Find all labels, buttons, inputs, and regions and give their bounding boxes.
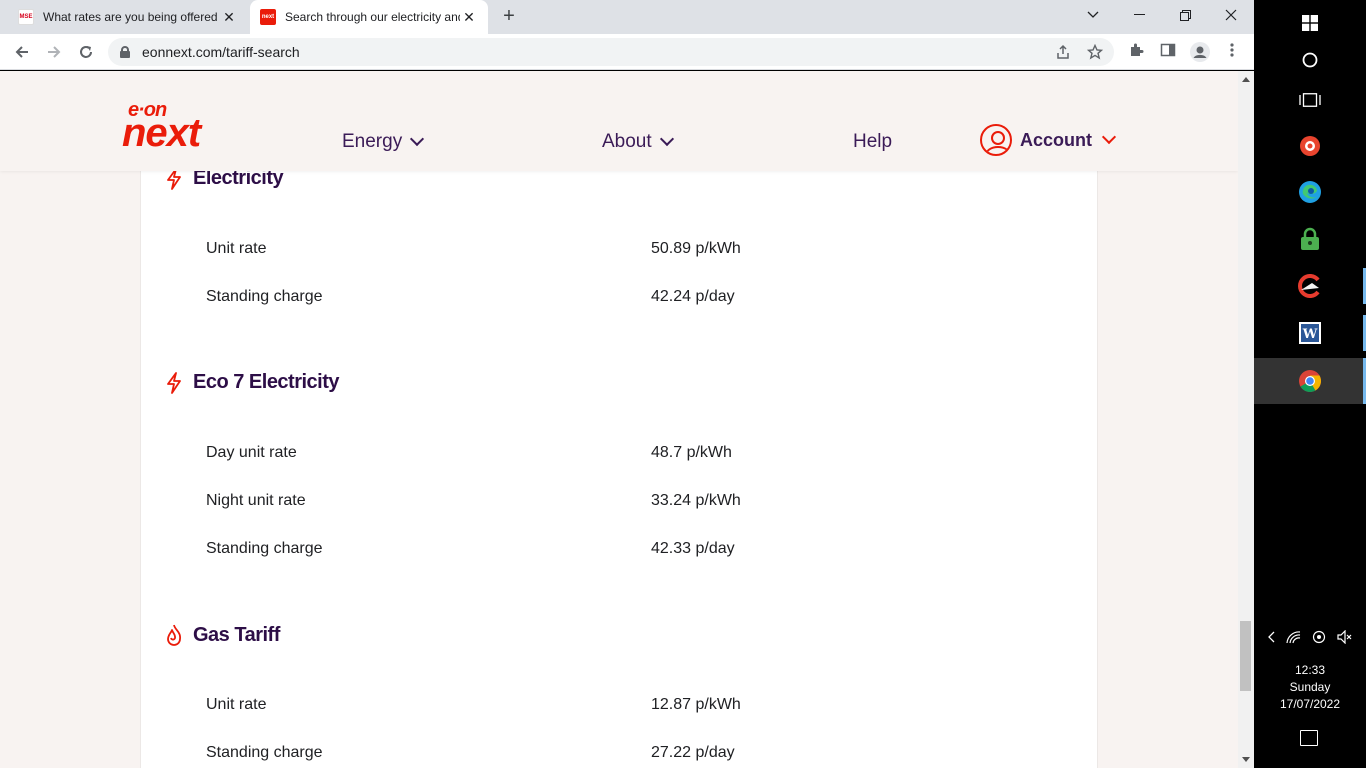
nav-about-label: About [602, 131, 652, 152]
electricity-standing-charge-value: 42.24 p/day [651, 288, 735, 305]
new-tab-button[interactable]: + [498, 6, 520, 28]
electricity-unit-rate-value: 50.89 p/kWh [651, 240, 741, 257]
eco7-standing-charge-value: 42.33 p/day [651, 540, 735, 557]
gas-unit-rate-label: Unit rate [206, 696, 267, 713]
chevron-left-icon[interactable] [1267, 631, 1275, 646]
ccleaner-icon[interactable] [1254, 263, 1366, 309]
svg-text:W: W [1302, 327, 1318, 342]
eco7-standing-charge-label: Standing charge [206, 540, 323, 557]
extensions-puzzle-icon[interactable] [1126, 42, 1146, 62]
side-panel-icon[interactable] [1158, 42, 1178, 62]
address-bar[interactable]: eonnext.com/tariff-search [108, 38, 1114, 66]
close-window-button[interactable] [1208, 0, 1254, 30]
network-globe-icon[interactable] [1312, 630, 1326, 647]
lock-icon[interactable] [120, 46, 130, 58]
scrollbar-thumb[interactable] [1240, 621, 1251, 691]
nav-help-label: Help [853, 131, 893, 152]
clock-time: 12:33 [1294, 663, 1326, 677]
tab-title: What rates are you being offered [43, 10, 218, 24]
eco7-section-title: Eco 7 Electricity [165, 371, 340, 394]
electricity-standing-charge-label: Standing charge [206, 288, 323, 305]
eon-next-favicon-icon: next [260, 9, 276, 25]
tab-search-chevron-down-icon[interactable] [1070, 0, 1116, 30]
account-label: Account [1020, 129, 1092, 150]
forward-arrow-icon[interactable] [42, 40, 66, 64]
page-scrollbar[interactable] [1238, 71, 1254, 768]
nav-energy-label: Energy [342, 131, 403, 152]
eon-next-logo[interactable]: e·on next [122, 99, 242, 155]
electricity-unit-rate-label: Unit rate [206, 240, 267, 257]
tab-strip: MSE What rates are you being offered ✕ n… [0, 0, 1254, 34]
share-icon[interactable] [1054, 44, 1072, 62]
tariff-card: Electricity Unit rate 50.89 p/kWh Standi… [140, 71, 1098, 768]
section-title-text: Gas Tariff [193, 623, 280, 646]
chevron-down-icon [410, 131, 425, 147]
scroll-up-arrow-icon[interactable] [1242, 77, 1250, 82]
close-tab-icon[interactable]: ✕ [220, 9, 238, 26]
notification-center-icon[interactable] [1300, 730, 1318, 746]
gas-unit-rate-value: 12.87 p/kWh [651, 696, 741, 713]
lightning-bolt-icon [167, 371, 181, 394]
nav-about[interactable]: About [602, 131, 674, 153]
browser-toolbar: eonnext.com/tariff-search [0, 34, 1254, 70]
clock-day: Sunday [1289, 680, 1331, 694]
wifi-icon[interactable] [1286, 630, 1302, 647]
eco7-night-rate-value: 33.24 p/kWh [651, 492, 741, 509]
system-tray [1254, 624, 1366, 652]
reload-icon[interactable] [74, 40, 98, 64]
tab-title: Search through our electricity and [285, 10, 460, 24]
page-viewport: Electricity Unit rate 50.89 p/kWh Standi… [0, 71, 1238, 768]
site-header: e·on next Energy About Help Account [0, 71, 1238, 171]
task-view-icon[interactable] [1254, 77, 1366, 123]
more-menu-icon[interactable] [1222, 42, 1242, 62]
gas-standing-charge-label: Standing charge [206, 744, 323, 761]
edge-browser-icon[interactable] [1254, 169, 1366, 215]
bookmark-star-icon[interactable] [1086, 43, 1104, 62]
scroll-down-arrow-icon[interactable] [1242, 757, 1250, 762]
section-title-text: Eco 7 Electricity [193, 371, 340, 393]
chevron-down-icon [659, 131, 674, 147]
eco7-day-rate-label: Day unit rate [206, 444, 297, 461]
minimize-button[interactable] [1116, 0, 1162, 30]
chevron-down-icon [1101, 129, 1117, 145]
tab-eon-next[interactable]: next Search through our electricity and … [250, 0, 488, 34]
word-icon[interactable]: W [1254, 310, 1366, 356]
chrome-icon[interactable] [1254, 358, 1366, 404]
nav-help[interactable]: Help [853, 131, 892, 153]
flame-icon [167, 624, 181, 646]
clock-date: 17/07/2022 [1279, 697, 1341, 711]
app-red-circle-icon[interactable] [1254, 123, 1366, 169]
tab-mse[interactable]: MSE What rates are you being offered ✕ [8, 0, 248, 34]
profile-avatar-icon[interactable] [1190, 42, 1210, 62]
close-tab-icon[interactable]: ✕ [460, 9, 478, 26]
eco7-day-rate-value: 48.7 p/kWh [651, 444, 732, 461]
vpn-lock-icon[interactable] [1254, 216, 1366, 262]
volume-muted-icon[interactable] [1337, 629, 1353, 647]
logo-next-text: next [122, 111, 201, 155]
user-account-icon [980, 124, 1012, 156]
url-text: eonnext.com/tariff-search [142, 44, 300, 60]
nav-energy[interactable]: Energy [342, 131, 425, 153]
gas-section-title: Gas Tariff [165, 623, 280, 647]
taskbar-clock[interactable]: 12:33 Sunday 17/07/2022 [1254, 662, 1366, 713]
restore-button[interactable] [1162, 0, 1208, 30]
gas-standing-charge-value: 27.22 p/day [651, 744, 735, 761]
back-arrow-icon[interactable] [10, 40, 34, 64]
mse-favicon-icon: MSE [18, 9, 34, 25]
windows-taskbar: W 12:33 Sunday 17/07/2022 [1254, 0, 1366, 768]
eco7-night-rate-label: Night unit rate [206, 492, 306, 509]
account-menu[interactable]: Account [980, 124, 1117, 156]
